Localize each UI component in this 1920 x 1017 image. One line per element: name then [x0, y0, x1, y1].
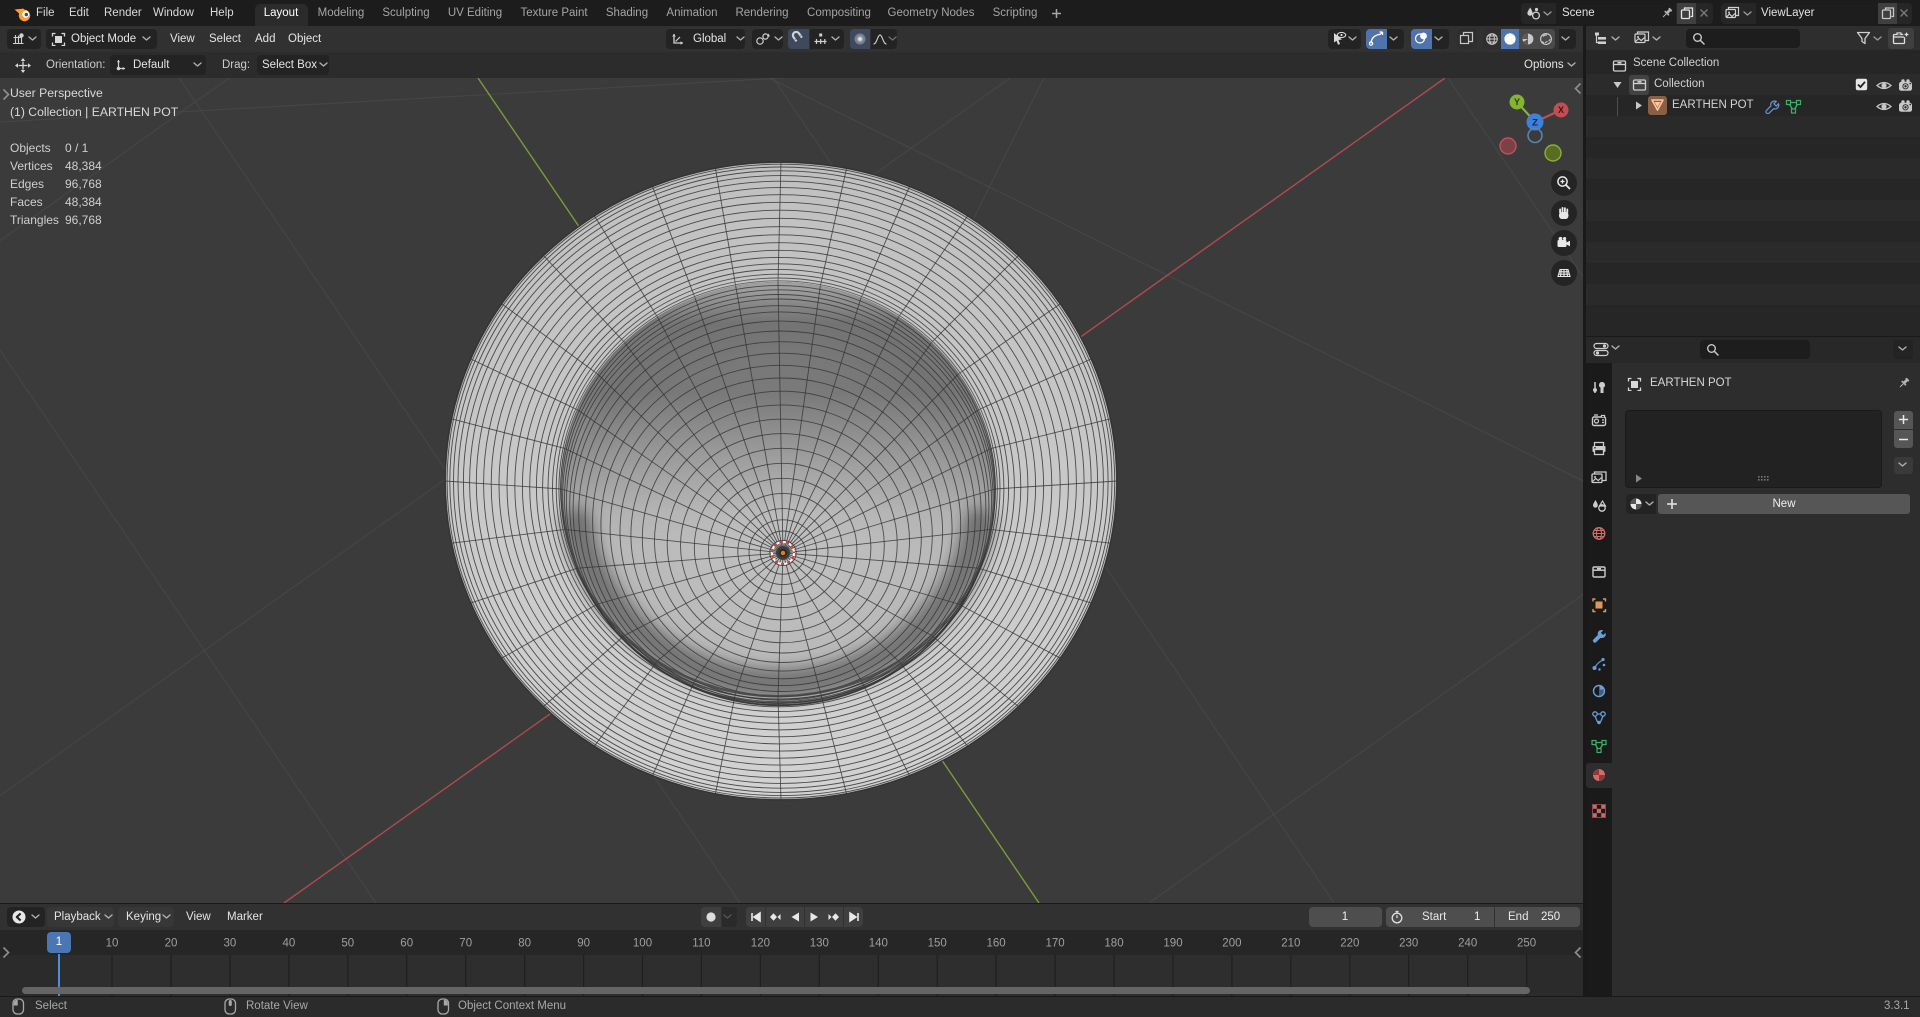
svg-text:90: 90: [577, 938, 590, 950]
svg-text:10: 10: [106, 938, 119, 950]
svg-text:20: 20: [165, 938, 178, 950]
svg-text:80: 80: [518, 938, 531, 950]
svg-text:150: 150: [928, 938, 947, 950]
svg-text:200: 200: [1222, 938, 1241, 950]
svg-text:X: X: [1558, 105, 1564, 115]
svg-text:230: 230: [1399, 938, 1418, 950]
svg-text:50: 50: [341, 938, 354, 950]
svg-text:120: 120: [751, 938, 770, 950]
svg-text:70: 70: [459, 938, 472, 950]
svg-text:110: 110: [692, 938, 710, 950]
svg-text:240: 240: [1458, 938, 1477, 950]
svg-text:180: 180: [1104, 938, 1123, 950]
svg-text:40: 40: [283, 938, 296, 950]
svg-text:160: 160: [987, 938, 1006, 950]
svg-text:Y: Y: [1514, 97, 1520, 107]
svg-text:210: 210: [1281, 938, 1300, 950]
svg-text:100: 100: [633, 938, 652, 950]
svg-text:190: 190: [1163, 938, 1182, 950]
svg-text:140: 140: [869, 938, 888, 950]
svg-text:220: 220: [1340, 938, 1359, 950]
svg-text:30: 30: [224, 938, 237, 950]
svg-text:130: 130: [810, 938, 829, 950]
svg-text:60: 60: [400, 938, 413, 950]
svg-text:250: 250: [1517, 938, 1536, 950]
svg-text:170: 170: [1046, 938, 1065, 950]
svg-text:Z: Z: [1532, 118, 1538, 129]
